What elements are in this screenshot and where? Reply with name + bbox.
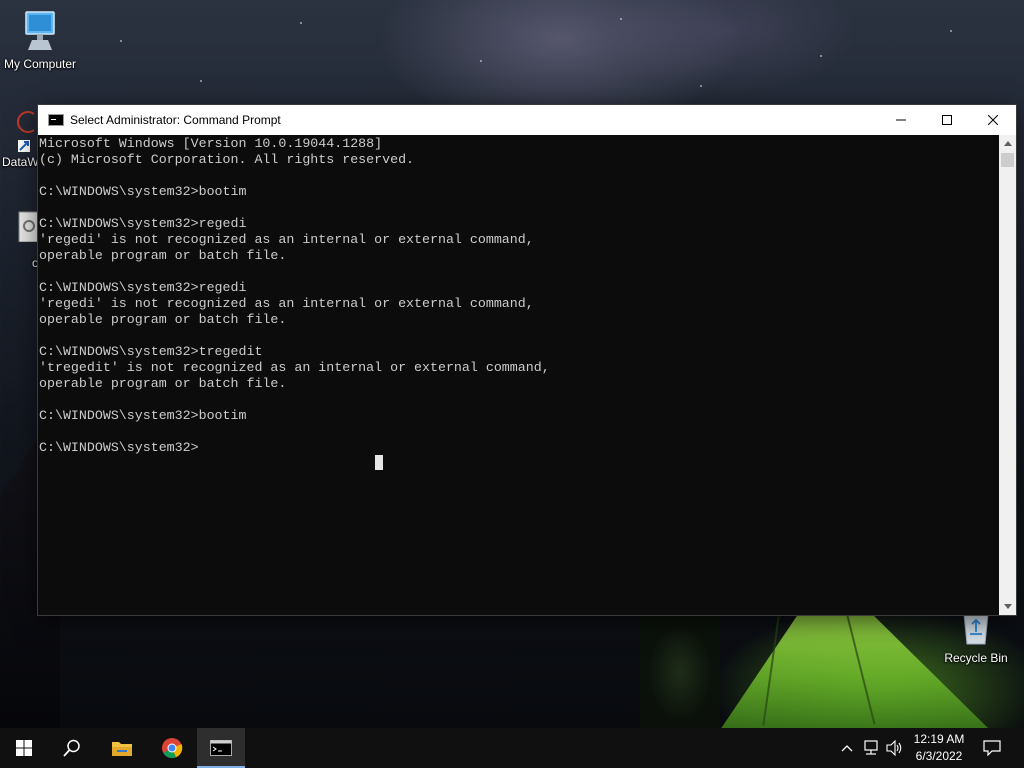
vertical-scrollbar[interactable] [999,135,1016,615]
show-hidden-icons-button[interactable] [838,728,856,768]
search-icon [63,739,80,757]
scroll-up-button[interactable] [999,135,1016,152]
scroll-up-icon [1003,141,1012,146]
chrome-icon [162,738,183,759]
window-controls [878,105,1016,135]
chrome-button[interactable] [148,728,196,768]
desktop-icon-settings-shortcut[interactable]: o [14,210,40,270]
console-line: 'regedi' is not recognized as an interna… [39,296,534,311]
star [700,85,702,87]
scroll-thumb[interactable] [1001,153,1014,167]
console-line: C:\WINDOWS\system32>regedi [39,280,247,295]
start-button[interactable] [0,728,48,768]
window-title: Select Administrator: Command Prompt [70,113,281,127]
clock-time: 12:19 AM [913,732,965,746]
start-icon [16,740,32,756]
scroll-down-button[interactable] [999,598,1016,615]
text-cursor [375,455,383,470]
console-line: 'tregedit' is not recognized as an inter… [39,360,550,375]
console-line: 'regedi' is not recognized as an interna… [39,232,534,247]
console-line: operable program or batch file. [39,312,287,327]
computer-icon [25,11,55,50]
console-line: (c) Microsoft Corporation. All rights re… [39,152,415,167]
settings-shortcut-icon [18,211,40,243]
network-button[interactable] [860,728,882,768]
clock-date: 6/3/2022 [915,749,963,763]
console-output[interactable]: Microsoft Windows [Version 10.0.19044.12… [38,135,998,615]
command-prompt-window[interactable]: Select Administrator: Command Prompt Mic… [38,105,1016,615]
maximize-button[interactable] [924,105,970,135]
trees [640,612,720,728]
chevron-up-icon [841,745,853,752]
console-line: operable program or batch file. [39,376,287,391]
scroll-down-icon [1003,604,1012,609]
close-icon [988,115,998,125]
desktop-icon-label: My Computer [3,57,77,71]
network-icon [864,740,878,755]
console-line: C:\WINDOWS\system32>bootim [39,184,247,199]
taskbar: 12:19 AM 6/3/2022 [0,728,1024,768]
star [950,30,952,32]
console-line: C:\WINDOWS\system32>bootim [39,408,247,423]
desktop-icon-datawarehouse[interactable]: DataW [2,110,39,169]
file-explorer-button[interactable] [98,728,146,768]
maximize-icon [942,115,952,125]
console-line: C:\WINDOWS\system32>tregedit [39,344,263,359]
desktop-icon-recycle-bin[interactable]: Recycle Bin [940,612,1012,665]
star [200,80,202,82]
action-center-button[interactable] [978,728,1006,768]
star [620,18,622,20]
console-line: Microsoft Windows [Version 10.0.19044.12… [39,136,383,151]
minimize-icon [896,119,906,121]
close-button[interactable] [970,105,1016,135]
command-prompt-taskbar-button[interactable] [197,728,245,768]
star [120,40,122,42]
notification-icon [983,740,1001,756]
search-button[interactable] [48,728,96,768]
volume-button[interactable] [884,728,906,768]
star [820,55,822,57]
console-line: C:\WINDOWS\system32>regedi [39,216,247,231]
datawarehouse-shortcut-icon [17,111,39,152]
desktop-icon-my-computer[interactable]: My Computer [2,10,78,71]
volume-icon [886,740,902,756]
star [300,22,302,24]
desktop-icon-label: Recycle Bin [944,651,1008,665]
system-clock[interactable]: 12:19 AM 6/3/2022 [906,731,972,765]
file-explorer-icon [112,742,132,756]
minimize-button[interactable] [878,105,924,135]
console-line: C:\WINDOWS\system32> [39,440,199,455]
command-prompt-icon [210,740,232,756]
star [480,60,482,62]
desktop-icon-label: DataW [2,155,39,169]
console-line: operable program or batch file. [39,248,287,263]
command-prompt-icon [48,114,64,126]
recycle-bin-icon [963,613,989,645]
title-bar[interactable]: Select Administrator: Command Prompt [38,105,1016,135]
